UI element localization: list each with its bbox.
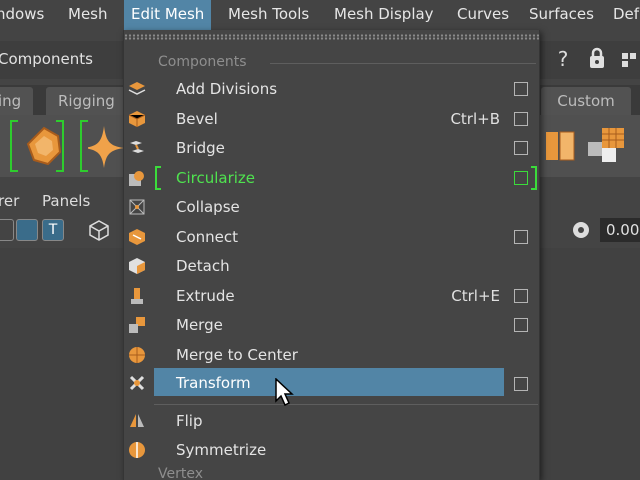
menu-mesh-tools[interactable]: Mesh Tools <box>222 0 315 30</box>
wire-cube-icon[interactable] <box>88 219 110 241</box>
bevel-shortcut: Ctrl+B <box>450 110 500 128</box>
menu-surfaces[interactable]: Surfaces <box>523 0 600 30</box>
collapse-icon <box>128 198 146 216</box>
transform-icon <box>128 374 146 392</box>
merge-option-box[interactable] <box>514 318 528 332</box>
edit-mesh-menu: Components Add Divisions Bevel Ctrl+B Br… <box>123 30 540 480</box>
extrude-option-box[interactable] <box>514 289 528 303</box>
menu-edit-mesh[interactable]: Edit Mesh <box>124 0 212 30</box>
menu-item-label: Bridge <box>176 139 225 157</box>
menu-item-symmetrize[interactable]: Symmetrize <box>129 436 504 464</box>
menu-item-transform[interactable]: Transform <box>129 369 504 397</box>
menu-item-label: Collapse <box>176 198 240 216</box>
menu-item-label: Extrude <box>176 287 235 305</box>
tab-rigging[interactable]: Rigging <box>46 87 127 115</box>
menu-item-bevel[interactable]: Bevel Ctrl+B <box>128 105 504 133</box>
text-icon[interactable]: T <box>42 219 64 241</box>
connect-icon <box>128 228 146 246</box>
menu-curves[interactable]: Curves <box>451 0 515 30</box>
shelf-bracket-icon <box>10 120 18 172</box>
bevel-option-box[interactable] <box>514 112 528 126</box>
mouse-cursor-icon <box>275 378 294 407</box>
shelf-bracket-icon <box>56 120 64 172</box>
merge-to-center-icon <box>128 346 146 364</box>
connect-option-box[interactable] <box>514 230 528 244</box>
menu-item-collapse[interactable]: Collapse <box>129 193 504 221</box>
menu-item-merge-to-center[interactable]: Merge to Center <box>129 341 504 369</box>
panel-renderer-menu[interactable]: rer <box>0 192 19 210</box>
help-icon[interactable]: ? <box>552 47 574 73</box>
merge-icon <box>128 316 146 334</box>
lock-icon[interactable] <box>586 47 608 73</box>
menu-item-label: Add Divisions <box>176 80 278 98</box>
add-divisions-option-box[interactable] <box>514 82 528 96</box>
selection-mode-label[interactable]: Components <box>0 50 93 68</box>
tab-custom[interactable]: Custom <box>541 87 631 115</box>
menu-item-connect[interactable]: Connect <box>129 223 504 251</box>
menu-item-label: Symmetrize <box>176 441 267 459</box>
extrude-icon <box>128 287 146 305</box>
section-components-header: Components <box>158 54 247 70</box>
transform-option-box[interactable] <box>514 377 528 391</box>
flip-icon <box>128 412 146 430</box>
circularize-option-box[interactable] <box>514 171 528 185</box>
menu-item-label: Bevel <box>176 110 218 128</box>
menu-item-merge[interactable]: Merge <box>129 311 504 339</box>
extrude-shortcut: Ctrl+E <box>451 287 500 305</box>
shelf-bracket-right <box>531 166 537 190</box>
menu-item-circularize[interactable]: Circularize <box>129 164 504 192</box>
circularize-icon <box>128 169 146 187</box>
menu-item-detach[interactable]: Detach <box>129 252 504 280</box>
menu-item-label: Flip <box>176 412 203 430</box>
bridge-option-box[interactable] <box>514 141 528 155</box>
menu-item-label: Transform <box>176 374 251 392</box>
menu-item-flip[interactable]: Flip <box>130 407 504 435</box>
section-vertex-header: Vertex <box>158 466 204 480</box>
menu-divider <box>154 404 538 405</box>
menu-item-bridge[interactable]: Bridge <box>130 134 504 162</box>
grid-snap-icon[interactable] <box>620 47 640 73</box>
image-plane-icon[interactable] <box>16 219 38 241</box>
menu-mesh-display[interactable]: Mesh Display <box>328 0 440 30</box>
exposure-field[interactable]: 0.00 <box>600 218 640 242</box>
menu-deform[interactable]: Def <box>607 0 640 30</box>
symmetrize-icon <box>128 441 146 459</box>
grid-cube-icon[interactable] <box>582 120 634 172</box>
menu-item-add-divisions[interactable]: Add Divisions <box>128 75 504 103</box>
tab-modeling[interactable]: ing <box>0 87 34 115</box>
menu-item-label: Detach <box>176 257 230 275</box>
bridge-icon <box>128 139 146 157</box>
shelf-bracket-icon <box>80 120 88 172</box>
menu-item-label: Circularize <box>176 169 256 187</box>
bevel-icon <box>128 110 146 128</box>
menu-item-label: Merge <box>176 316 223 334</box>
menu-item-label: Connect <box>176 228 239 246</box>
tear-off-handle[interactable] <box>124 34 539 40</box>
menu-item-label: Merge to Center <box>176 346 298 364</box>
menu-mesh[interactable]: Mesh <box>62 0 114 30</box>
menubar: ndows Mesh Edit Mesh Mesh Tools Mesh Dis… <box>0 0 640 30</box>
menu-item-extrude[interactable]: Extrude Ctrl+E <box>131 282 504 310</box>
section-divider <box>270 63 536 64</box>
detach-icon <box>128 257 146 275</box>
exposure-icon[interactable] <box>570 219 592 241</box>
menu-windows[interactable]: ndows <box>0 0 50 30</box>
panel-panels-menu[interactable]: Panels <box>42 192 90 210</box>
add-divisions-icon <box>128 80 146 98</box>
toolbar-icon[interactable] <box>0 219 14 241</box>
